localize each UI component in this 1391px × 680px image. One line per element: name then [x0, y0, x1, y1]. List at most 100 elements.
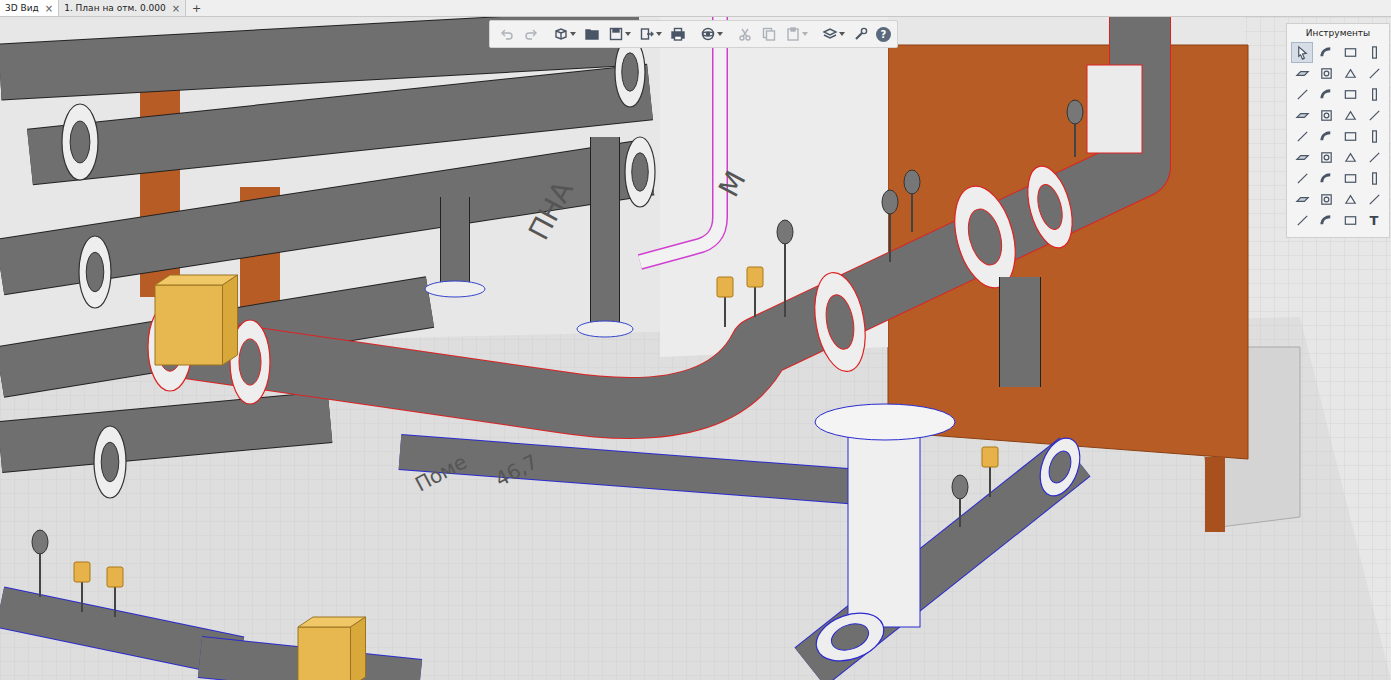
pipe[interactable]	[1020, 277, 1021, 387]
dropdown-caret[interactable]	[625, 32, 631, 36]
thermometer[interactable]	[74, 562, 90, 612]
tool-fitting-icon	[1343, 192, 1358, 207]
pressure-gauge[interactable]	[904, 170, 920, 232]
tool-button[interactable]	[1291, 63, 1313, 84]
pipe[interactable]	[180, 17, 1140, 408]
tool-button[interactable]	[1339, 105, 1361, 126]
thermometer[interactable]	[717, 277, 733, 327]
cursor-icon	[1295, 45, 1310, 60]
tool-box-icon	[1343, 171, 1358, 186]
tool-button[interactable]	[1339, 126, 1361, 147]
pipe[interactable]	[30, 92, 650, 157]
tool-column-icon	[1367, 129, 1382, 144]
dropdown-caret[interactable]	[839, 32, 845, 36]
tool-button[interactable]	[1315, 210, 1337, 231]
document-tab[interactable]: 3D Вид×	[0, 0, 59, 16]
tool-button[interactable]	[1339, 42, 1361, 63]
tool-pipe-icon	[1319, 171, 1334, 186]
tool-box-icon	[1343, 87, 1358, 102]
tool-button[interactable]	[1363, 168, 1385, 189]
pipe[interactable]	[0, 417, 330, 447]
flange[interactable]	[1020, 161, 1080, 252]
cut-button[interactable]	[734, 24, 756, 44]
tool-button[interactable]	[1315, 147, 1337, 168]
dropdown-caret[interactable]	[802, 32, 808, 36]
thermometer[interactable]	[747, 267, 763, 317]
tool-line-icon	[1367, 150, 1382, 165]
tool-button[interactable]	[1339, 168, 1361, 189]
tool-button[interactable]	[1291, 210, 1313, 231]
orbit-button[interactable]	[697, 24, 726, 44]
valve-body[interactable]	[848, 427, 920, 627]
tool-button[interactable]	[1363, 105, 1385, 126]
tool-button[interactable]	[1339, 147, 1361, 168]
help-button[interactable]: ?	[876, 27, 891, 42]
tool-button[interactable]	[1315, 189, 1337, 210]
pressure-gauge[interactable]	[952, 475, 968, 527]
tool-button[interactable]	[1315, 126, 1337, 147]
tool-slab-icon	[1295, 108, 1310, 123]
tab-close-button[interactable]: ×	[172, 3, 180, 14]
document-tab[interactable]: 1. План на отм. 0.000×	[59, 0, 186, 16]
tool-button[interactable]	[1291, 42, 1313, 63]
pressure-gauge[interactable]	[777, 220, 793, 317]
tool-button[interactable]	[1315, 105, 1337, 126]
tool-button[interactable]	[1363, 147, 1385, 168]
flange[interactable]	[810, 604, 891, 669]
flange[interactable]	[808, 269, 873, 376]
dropdown-caret[interactable]	[570, 32, 576, 36]
dropdown-caret[interactable]	[656, 32, 662, 36]
tool-button[interactable]	[1315, 42, 1337, 63]
tool-button[interactable]	[1315, 84, 1337, 105]
3d-viewport[interactable]: Поме46,7ПНАМ	[0, 17, 1391, 680]
tab-close-button[interactable]: ×	[45, 3, 53, 14]
tool-button[interactable]	[1339, 63, 1361, 84]
views-button[interactable]	[819, 24, 848, 44]
tool-button[interactable]	[1363, 63, 1385, 84]
pressure-gauge[interactable]	[1067, 100, 1083, 157]
redo-icon	[523, 26, 539, 42]
pressure-gauge[interactable]	[32, 530, 48, 597]
flange[interactable]	[62, 104, 98, 180]
tool-button[interactable]	[1339, 210, 1361, 231]
tool-button[interactable]	[1291, 189, 1313, 210]
folder-button[interactable]	[581, 24, 603, 44]
export-button[interactable]	[636, 24, 665, 44]
tool-button[interactable]	[1315, 168, 1337, 189]
tool-button[interactable]	[1339, 84, 1361, 105]
tool-button[interactable]	[1315, 63, 1337, 84]
wrench-button[interactable]	[850, 24, 872, 44]
thermometer[interactable]	[982, 447, 998, 497]
flange[interactable]	[94, 426, 126, 498]
flange[interactable]	[625, 137, 655, 207]
tool-button[interactable]	[1363, 189, 1385, 210]
pipe[interactable]	[605, 137, 606, 327]
valve-actuator[interactable]	[155, 275, 238, 365]
filter[interactable]	[1087, 65, 1142, 153]
tool-button[interactable]: T	[1363, 210, 1385, 231]
tool-button[interactable]	[1291, 84, 1313, 105]
tool-button[interactable]	[1363, 84, 1385, 105]
save-button[interactable]	[605, 24, 634, 44]
new-tab-button[interactable]: +	[186, 0, 207, 16]
tool-button[interactable]	[1363, 42, 1385, 63]
pressure-gauge[interactable]	[882, 190, 898, 262]
tool-button[interactable]	[1291, 105, 1313, 126]
undo-button[interactable]	[496, 24, 518, 44]
pipe[interactable]	[455, 197, 456, 292]
redo-button[interactable]	[520, 24, 542, 44]
paste-button[interactable]	[782, 24, 811, 44]
valve-actuator[interactable]	[298, 617, 366, 680]
cube-button[interactable]	[550, 24, 579, 44]
thermometer[interactable]	[107, 567, 123, 617]
print-button[interactable]	[667, 24, 689, 44]
tool-button[interactable]	[1291, 147, 1313, 168]
flange[interactable]	[79, 236, 111, 308]
tool-button[interactable]	[1363, 126, 1385, 147]
tool-button[interactable]	[1339, 189, 1361, 210]
flange[interactable]	[1033, 433, 1087, 502]
tool-button[interactable]	[1291, 126, 1313, 147]
tool-button[interactable]	[1291, 168, 1313, 189]
dropdown-caret[interactable]	[717, 32, 723, 36]
copy-button[interactable]	[758, 24, 780, 44]
